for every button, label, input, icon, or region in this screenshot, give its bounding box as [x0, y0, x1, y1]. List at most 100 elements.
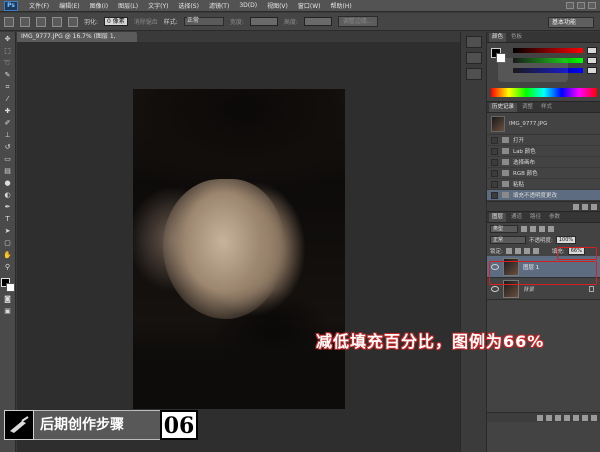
red-slider[interactable] [513, 48, 583, 53]
lock-position-icon[interactable] [523, 247, 530, 254]
hand-icon[interactable]: ✋ [3, 251, 13, 260]
intersect-selection-icon[interactable] [68, 16, 78, 27]
history-source-checkbox[interactable] [491, 191, 498, 199]
menu-filter[interactable]: 滤镜(T) [204, 1, 234, 10]
quick-mask-icon[interactable]: ◙ [3, 295, 13, 304]
trash-icon[interactable] [591, 414, 597, 421]
dock-actions-icon[interactable] [465, 52, 482, 64]
mask-icon[interactable] [555, 414, 561, 421]
red-value-field[interactable] [587, 47, 597, 54]
camera-icon[interactable] [582, 203, 588, 210]
workspace-select[interactable]: 基本功能 [548, 17, 594, 28]
layer-filter-select[interactable]: 类型 [490, 224, 518, 233]
anti-alias-checkbox[interactable]: 消除锯齿 [134, 17, 158, 26]
new-document-icon[interactable] [573, 203, 579, 210]
folder-icon[interactable] [573, 414, 579, 421]
height-input[interactable] [303, 17, 332, 26]
move-tool-icon[interactable]: ✥ [3, 35, 13, 44]
document-tab[interactable]: IMG_9777.JPG @ 16.7% (图层 1, RGB/8) * [17, 32, 137, 50]
filter-type-icon[interactable] [539, 225, 545, 232]
menu-3d[interactable]: 3D(D) [234, 2, 262, 9]
history-item[interactable]: RGB 颜色 [487, 168, 600, 179]
marquee-tool-icon[interactable] [4, 16, 14, 27]
adjustment-icon[interactable] [564, 414, 570, 421]
screen-mode-icon[interactable]: ▣ [3, 307, 13, 316]
link-icon[interactable] [537, 414, 543, 421]
path-select-icon[interactable]: ➤ [3, 227, 13, 236]
maximize-icon[interactable] [577, 2, 585, 9]
subtract-selection-icon[interactable] [52, 16, 62, 27]
tab-layers[interactable]: 图层 [489, 213, 507, 222]
new-layer-icon[interactable] [582, 414, 588, 421]
history-item[interactable]: Lab 颜色 [487, 146, 600, 157]
menu-edit[interactable]: 编辑(E) [54, 1, 84, 10]
zoom-icon[interactable]: ⚲ [3, 263, 13, 272]
tab-paths[interactable]: 路径 [527, 213, 544, 222]
tab-color[interactable]: 颜色 [489, 33, 507, 42]
blend-mode-select[interactable]: 正常 [490, 235, 526, 244]
add-selection-icon[interactable] [36, 16, 46, 27]
history-item[interactable]: 打开 [487, 135, 600, 146]
menu-file[interactable]: 文件(F) [24, 1, 54, 10]
canvas-photo[interactable] [133, 89, 345, 409]
close-icon[interactable] [588, 2, 596, 9]
gradient-icon[interactable]: ▤ [3, 167, 13, 176]
tab-parameters[interactable]: 参数 [546, 213, 563, 222]
pen-icon[interactable]: ✒ [3, 203, 13, 212]
eraser-icon[interactable]: ▭ [3, 155, 13, 164]
marquee-icon[interactable]: ⬚ [3, 47, 13, 56]
style-select[interactable]: 正常 [183, 17, 224, 26]
background-color-swatch[interactable] [5, 283, 15, 292]
type-icon[interactable]: T [3, 215, 13, 224]
tab-channels[interactable]: 通道 [508, 213, 525, 222]
shape-icon[interactable]: ▢ [3, 239, 13, 248]
menu-image[interactable]: 图像(I) [85, 1, 113, 10]
menu-view[interactable]: 视图(V) [262, 1, 293, 10]
menu-type[interactable]: 文字(Y) [143, 1, 173, 10]
color-swatches[interactable] [0, 278, 15, 292]
dock-history-icon[interactable] [465, 36, 482, 48]
lock-all-icon[interactable] [532, 247, 539, 254]
history-item-selected[interactable]: 填充不透明度更改 [487, 190, 600, 201]
history-source-checkbox[interactable] [491, 169, 498, 177]
color-spectrum[interactable] [491, 88, 597, 97]
feather-input[interactable]: 0 像素 [104, 17, 128, 26]
history-snapshot[interactable]: IMG_9777.JPG [487, 113, 600, 135]
history-source-checkbox[interactable] [491, 147, 498, 155]
new-selection-icon[interactable] [20, 16, 30, 27]
quick-select-icon[interactable]: ✎ [3, 71, 13, 80]
refine-edge-button[interactable]: 调整边缘... [337, 16, 378, 27]
trash-icon[interactable] [591, 203, 597, 210]
tab-swatches[interactable]: 色板 [508, 33, 525, 42]
menu-help[interactable]: 帮助(H) [326, 1, 357, 10]
fx-icon[interactable] [546, 414, 552, 421]
lasso-icon[interactable]: ➰ [3, 59, 13, 68]
tab-styles[interactable]: 样式 [538, 103, 555, 112]
history-source-checkbox[interactable] [491, 158, 498, 166]
menu-layer[interactable]: 图层(L) [113, 1, 143, 10]
filter-shape-icon[interactable] [548, 225, 554, 232]
history-item[interactable]: 选择画布 [487, 157, 600, 168]
dodge-icon[interactable]: ◐ [3, 191, 13, 200]
filter-adjust-icon[interactable] [530, 225, 536, 232]
brush-icon[interactable]: ✐ [3, 119, 13, 128]
tab-adjustments[interactable]: 调整 [519, 103, 536, 112]
filter-pixel-icon[interactable] [521, 225, 527, 232]
width-input[interactable] [249, 17, 278, 26]
menu-window[interactable]: 窗口(W) [293, 1, 326, 10]
opacity-input[interactable]: 100% [555, 235, 577, 244]
history-source-checkbox[interactable] [491, 180, 498, 188]
eye-icon[interactable] [491, 285, 499, 292]
menu-select[interactable]: 选择(S) [173, 1, 204, 10]
eyedropper-icon[interactable]: ⁄ [3, 95, 13, 104]
blue-value-field[interactable] [587, 67, 597, 74]
lock-image-icon[interactable] [514, 247, 521, 254]
lock-transparent-icon[interactable] [505, 247, 512, 254]
healing-icon[interactable]: ✚ [3, 107, 13, 116]
history-source-checkbox[interactable] [491, 136, 498, 144]
green-value-field[interactable] [587, 57, 597, 64]
dock-info-icon[interactable] [465, 68, 482, 80]
history-brush-icon[interactable]: ↺ [3, 143, 13, 152]
history-item[interactable]: 粘贴 [487, 179, 600, 190]
crop-icon[interactable]: ⌗ [3, 83, 13, 92]
